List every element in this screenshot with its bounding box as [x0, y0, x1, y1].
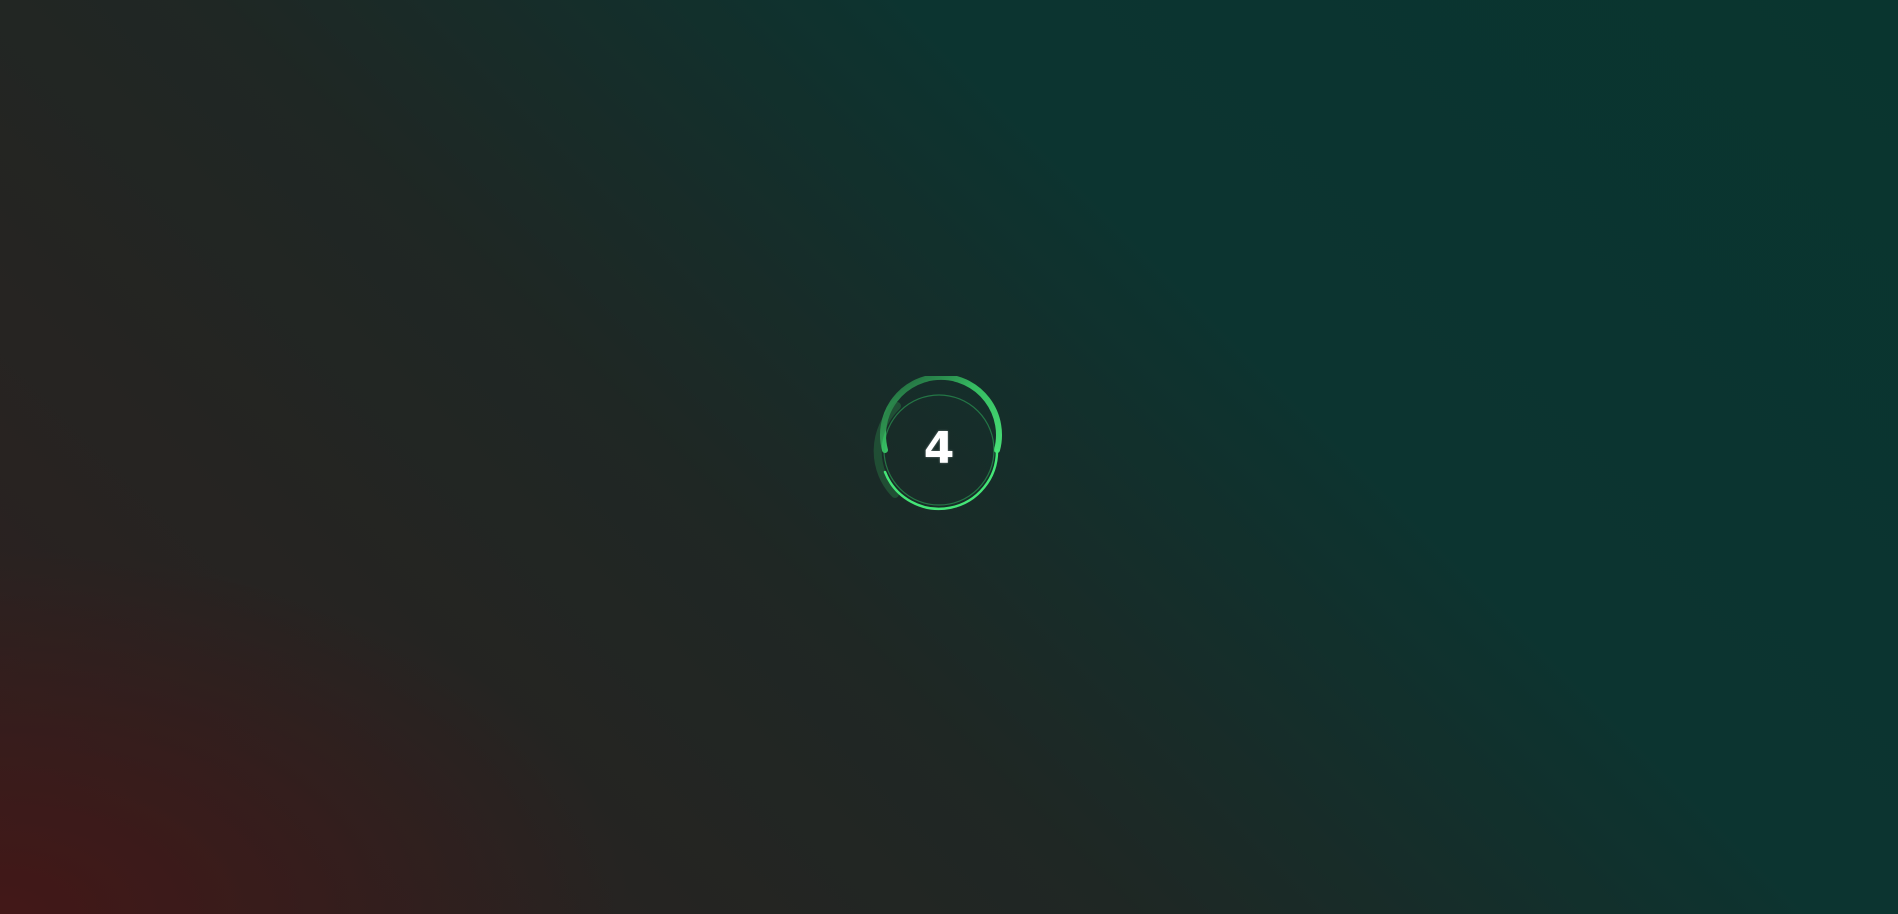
countdown-timer: 4 — [865, 376, 1013, 524]
countdown-number: 4 — [923, 422, 955, 474]
